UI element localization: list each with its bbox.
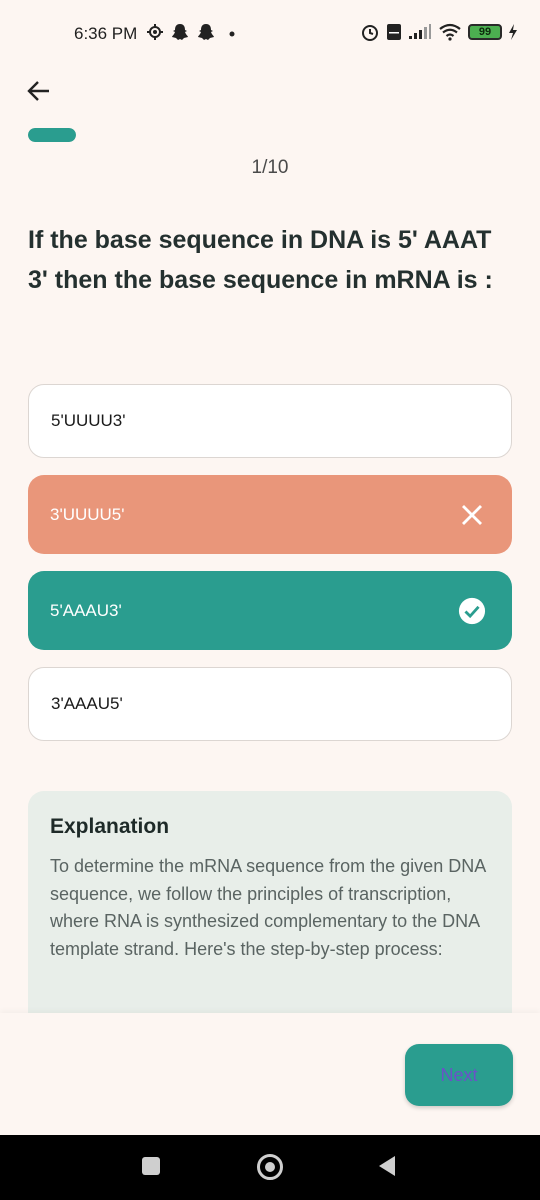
battery-level: 99 <box>478 26 492 38</box>
close-icon <box>458 501 486 529</box>
progress-fill <box>28 128 76 142</box>
volte-icon <box>387 24 401 40</box>
option-3[interactable]: 5'AAAU3' <box>28 571 512 650</box>
battery-icon: 99 <box>468 24 502 40</box>
nav-back-button[interactable] <box>377 1154 397 1178</box>
status-time: 6:36 PM <box>74 24 138 43</box>
status-bar: 6:36 PM 99 <box>0 0 540 70</box>
signal-icon <box>409 24 431 39</box>
option-2[interactable]: 3'UUUU5' <box>28 475 512 554</box>
option-4[interactable]: 3'AAAU5' <box>28 667 512 741</box>
system-nav-bar <box>0 1135 540 1200</box>
snapchat-icon <box>198 24 214 40</box>
settings-icon <box>147 24 163 40</box>
question-text: If the base sequence in DNA is 5' AAAT 3… <box>28 226 493 294</box>
back-button[interactable] <box>22 74 56 108</box>
explanation-card: Explanation To determine the mRNA sequen… <box>28 791 512 1021</box>
charging-icon <box>509 24 517 40</box>
option-label: 5'UUUU3' <box>51 411 126 430</box>
home-button[interactable] <box>257 1154 283 1180</box>
explanation-title: Explanation <box>50 815 170 838</box>
recent-apps-button[interactable] <box>142 1157 160 1175</box>
option-1[interactable]: 5'UUUU3' <box>28 384 512 458</box>
progress-bar <box>28 128 76 142</box>
next-button[interactable]: Next <box>405 1044 513 1106</box>
snapchat-icon <box>172 24 188 40</box>
status-icons-right: 99 <box>360 22 518 42</box>
bottom-bar: Next <box>0 1013 540 1135</box>
option-label: 3'UUUU5' <box>50 504 125 524</box>
alarm-icon <box>362 25 378 41</box>
home-dot <box>265 1162 275 1172</box>
question-counter: 1/10 <box>251 157 289 178</box>
explanation-body: To determine the mRNA sequence from the … <box>50 856 486 959</box>
option-label: 5'AAAU3' <box>50 600 122 620</box>
dot-icon <box>229 31 235 37</box>
option-label: 3'AAAU5' <box>51 694 123 713</box>
arrow-left-icon <box>27 81 49 101</box>
check-circle-icon <box>458 597 486 625</box>
status-icons-left <box>146 22 238 42</box>
wifi-icon <box>439 23 461 41</box>
